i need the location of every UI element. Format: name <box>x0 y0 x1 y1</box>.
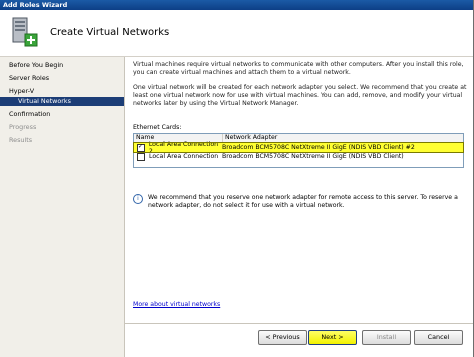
sidebar-item-hyper-v[interactable]: Hyper-V <box>0 87 124 96</box>
row-adapter: Broadcom BCM5708C NetXtreme II GigE (NDI… <box>222 144 415 151</box>
window-titlebar: Add Roles Wizard <box>0 0 474 10</box>
sidebar-item-results: Results <box>9 136 33 144</box>
row-name: Local Area Connection <box>149 153 219 160</box>
list-row-local-area-connection[interactable]: Local Area Connection Broadcom BCM5708C … <box>134 152 463 161</box>
ethernet-cards-list[interactable]: Name Network Adapter Local Area Connecti… <box>133 133 464 168</box>
wizard-sidebar: Before You Begin Server Roles Hyper-V Vi… <box>0 57 125 357</box>
install-button: Install <box>362 330 411 345</box>
intro-paragraph-1: Virtual machines require virtual network… <box>133 61 464 76</box>
intro-paragraph-2: One virtual network will be created for … <box>133 84 467 107</box>
footer-divider <box>124 323 474 324</box>
row-name-cell: Local Area Connection <box>134 152 222 161</box>
more-about-virtual-networks-link[interactable]: More about virtual networks <box>133 301 220 308</box>
info-message: i We recommend that you reserve one netw… <box>133 194 463 210</box>
window-title: Add Roles Wizard <box>3 1 68 9</box>
sidebar-item-server-roles[interactable]: Server Roles <box>0 74 124 83</box>
sidebar-item-progress: Progress <box>9 123 37 131</box>
column-header-network-adapter[interactable]: Network Adapter <box>223 134 277 142</box>
adapter-checkbox[interactable] <box>137 152 145 161</box>
wizard-content: Virtual machines require virtual network… <box>133 61 467 209</box>
server-role-icon <box>12 17 38 47</box>
sidebar-item-confirmation[interactable]: Confirmation <box>0 110 124 119</box>
info-icon: i <box>133 194 143 204</box>
wizard-header: Create Virtual Networks <box>0 10 474 57</box>
adapter-checkbox[interactable] <box>137 143 145 152</box>
cancel-button[interactable]: Cancel <box>414 330 463 345</box>
next-button[interactable]: Next > <box>308 330 357 345</box>
row-adapter: Broadcom BCM5708C NetXtreme II GigE (NDI… <box>222 153 404 160</box>
list-row-local-area-connection-2[interactable]: Local Area Connection 2 Broadcom BCM5708… <box>133 141 464 155</box>
page-title: Create Virtual Networks <box>50 27 170 38</box>
sidebar-item-virtual-networks[interactable]: Virtual Networks <box>0 97 124 106</box>
previous-button[interactable]: < Previous <box>258 330 307 345</box>
sidebar-item-before-you-begin[interactable]: Before You Begin <box>0 61 124 70</box>
info-text: We recommend that you reserve one networ… <box>148 194 458 209</box>
ethernet-cards-label: Ethernet Cards: <box>133 124 182 131</box>
